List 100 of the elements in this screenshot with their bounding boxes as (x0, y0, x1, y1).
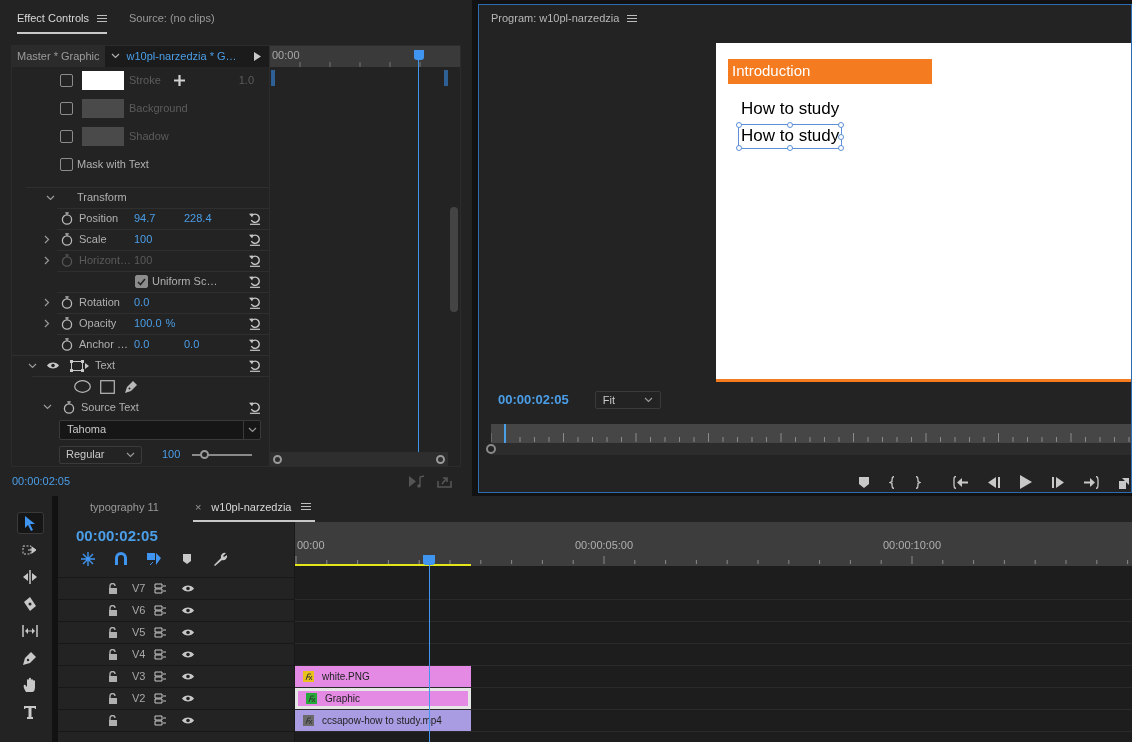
step-forward-icon[interactable] (1052, 476, 1064, 488)
chevron-down-icon[interactable] (247, 426, 257, 433)
chevron-right-icon[interactable] (44, 298, 50, 308)
chevron-right-icon[interactable] (44, 319, 50, 329)
eye-icon[interactable] (181, 672, 195, 681)
reset-icon[interactable] (248, 317, 262, 331)
eye-icon[interactable] (46, 361, 60, 371)
timeline-clip[interactable]: white.PNG (295, 666, 471, 687)
color-swatch[interactable] (82, 99, 124, 119)
ripple-icon[interactable] (22, 569, 38, 585)
linked-selection-icon[interactable] (146, 550, 162, 567)
eye-icon[interactable] (181, 628, 195, 637)
lock-icon[interactable] (108, 627, 117, 638)
razor-icon[interactable] (22, 596, 38, 612)
fx-badge-icon[interactable] (306, 693, 317, 704)
track-output-icon[interactable] (154, 649, 167, 660)
timeline-clip[interactable]: ccsapow-how to study.mp4 (295, 710, 471, 731)
checkbox[interactable] (60, 102, 73, 116)
track-header[interactable]: V2 (58, 688, 294, 710)
chevron-down-icon[interactable] (110, 53, 120, 60)
timecode[interactable]: 00:00:02:05 (12, 473, 71, 490)
property-value[interactable]: 0.0 (184, 336, 200, 353)
track-header[interactable]: V4 (58, 644, 294, 666)
lock-icon[interactable] (108, 583, 117, 594)
track-output-icon[interactable] (154, 715, 167, 726)
reset-icon[interactable] (248, 275, 262, 289)
chevron-down-icon[interactable] (46, 194, 55, 201)
checkbox[interactable] (60, 130, 73, 144)
eye-icon[interactable] (181, 694, 195, 703)
chevron-right-icon[interactable] (44, 235, 50, 245)
timecode[interactable]: 00:00:02:05 (76, 527, 158, 544)
style-dropdown[interactable]: Regular (59, 445, 142, 464)
master-label[interactable]: Master * Graphic (12, 45, 105, 67)
chevron-down-icon[interactable] (43, 404, 52, 411)
track-output-icon[interactable] (154, 693, 167, 704)
menu-icon[interactable] (96, 13, 107, 23)
timeline-tab[interactable]: typography 11 (90, 498, 159, 515)
timeline-clip[interactable]: Graphic (295, 688, 471, 709)
property-value[interactable]: 94.7 (134, 210, 184, 227)
out-point-marker[interactable] (444, 69, 448, 86)
timeline-tab[interactable]: w10pl-narzedzia (211, 498, 292, 515)
play-icon[interactable] (1020, 475, 1032, 489)
magnet-icon[interactable] (113, 550, 129, 567)
property-value[interactable]: 0.0 (134, 294, 184, 311)
lock-icon[interactable] (108, 649, 117, 660)
time-ruler[interactable]: 00:00 (270, 45, 460, 67)
in-point-marker[interactable] (271, 69, 275, 86)
stopwatch-icon[interactable] (61, 296, 73, 310)
track-output-icon[interactable] (154, 583, 167, 594)
type-icon[interactable] (22, 704, 38, 720)
track-header[interactable]: V3 (58, 666, 294, 688)
menu-icon[interactable] (301, 502, 312, 512)
slip-icon[interactable] (22, 623, 38, 639)
color-swatch[interactable] (82, 71, 124, 91)
stopwatch-icon[interactable] (61, 338, 73, 352)
menu-icon[interactable] (627, 13, 638, 23)
stopwatch-icon[interactable] (61, 317, 73, 331)
chevron-down-icon[interactable] (643, 397, 653, 403)
eye-icon[interactable] (181, 716, 195, 725)
stopwatch-icon[interactable] (63, 400, 75, 414)
panel-title[interactable]: Program: w10pl-narzedzia (491, 9, 620, 27)
track-header[interactable]: V7 (58, 578, 294, 600)
property-value[interactable]: 228.4 (184, 210, 212, 227)
section-label[interactable]: Transform (77, 189, 127, 206)
reset-icon[interactable] (248, 400, 262, 414)
zoom-handle[interactable] (436, 454, 445, 464)
pen-icon[interactable] (22, 650, 38, 666)
panel-tab[interactable]: Effect Controls (17, 10, 89, 27)
color-swatch[interactable] (82, 127, 124, 147)
pen-tool-icon[interactable] (124, 379, 138, 394)
font-dropdown[interactable]: Tahoma (59, 419, 261, 440)
scrollbar-thumb[interactable] (450, 206, 458, 312)
eye-icon[interactable] (181, 606, 195, 615)
play-icon[interactable] (254, 51, 261, 61)
track-header[interactable]: V5 (58, 622, 294, 644)
sparkle-icon[interactable] (80, 550, 96, 567)
export-frame-icon[interactable] (1119, 475, 1129, 489)
close-tab-button[interactable]: × (194, 498, 202, 515)
panel-tab[interactable]: Source: (no clips) (128, 10, 215, 27)
selection-tool-button[interactable] (16, 512, 44, 534)
time-ruler[interactable]: 00:00 00:00:05:00 00:00:10:00 (295, 522, 1132, 566)
marker-icon[interactable] (859, 476, 869, 488)
wrench-icon[interactable] (212, 550, 228, 567)
property-value[interactable]: 100 (134, 231, 184, 248)
reset-icon[interactable] (248, 338, 262, 352)
ellipse-tool-icon[interactable] (74, 380, 91, 394)
eye-icon[interactable] (181, 650, 195, 659)
checkbox[interactable] (60, 74, 73, 88)
step-back-icon[interactable] (988, 476, 1000, 488)
plus-icon[interactable] (173, 75, 185, 87)
property-value[interactable]: 0.0 (134, 336, 184, 353)
lock-icon[interactable] (108, 715, 117, 726)
font-size-value[interactable]: 100 (162, 446, 181, 463)
reset-icon[interactable] (248, 359, 262, 373)
fx-badge-icon[interactable] (303, 671, 314, 682)
playhead[interactable] (503, 424, 506, 443)
track-output-icon[interactable] (154, 605, 167, 616)
timecode[interactable]: 00:00:02:05 (498, 390, 569, 410)
reset-icon[interactable] (248, 212, 262, 226)
eye-icon[interactable] (181, 584, 195, 593)
